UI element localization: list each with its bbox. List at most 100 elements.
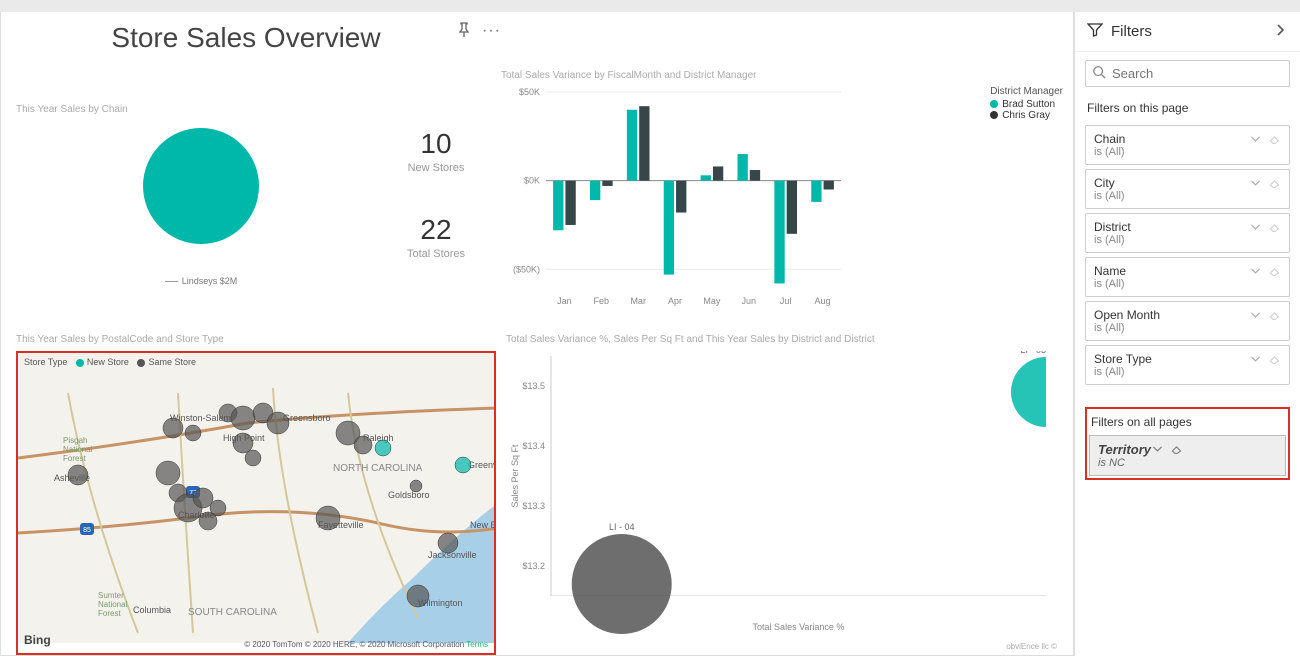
scatter-chart[interactable]: $13.5$13.4$13.3$13.2-8.0%-7.5%-7.0%-6.5%… — [506, 351, 1056, 636]
filter-name: Open Month — [1094, 308, 1249, 322]
filter-card-territory[interactable]: Territory is NC — [1089, 435, 1286, 476]
chevron-down-icon[interactable] — [1249, 176, 1262, 192]
svg-text:85: 85 — [83, 527, 91, 534]
svg-text:$50K: $50K — [519, 87, 540, 97]
map-svg[interactable]: PisgahNationalForest SumterNationalFores… — [18, 353, 496, 643]
map-visual[interactable]: Store Type New Store Same Store — [16, 351, 496, 655]
map-city-greenville: Greenville — [468, 460, 496, 470]
kpi-new-stores-value: 10 — [386, 128, 486, 160]
svg-text:$13.5: $13.5 — [522, 381, 545, 391]
filter-name: City — [1094, 176, 1249, 190]
chevron-down-icon[interactable] — [1249, 220, 1262, 236]
chevron-down-icon[interactable] — [1151, 442, 1164, 458]
chevron-down-icon[interactable] — [1249, 264, 1262, 280]
eraser-icon[interactable] — [1268, 352, 1281, 368]
map-copyright: © 2020 TomTom © 2020 HERE, © 2020 Micros… — [244, 640, 488, 649]
eraser-icon[interactable] — [1268, 132, 1281, 148]
svg-text:Jun: Jun — [742, 296, 757, 306]
svg-text:$13.4: $13.4 — [522, 441, 545, 451]
chevron-down-icon[interactable] — [1249, 352, 1262, 368]
filter-name: Name — [1094, 264, 1249, 278]
kpi-new-stores: 10 New Stores — [386, 128, 486, 174]
map-terms-link[interactable]: Terms — [466, 640, 488, 649]
more-options-icon[interactable]: ··· — [482, 22, 501, 41]
svg-text:Jan: Jan — [557, 296, 572, 306]
report-title: Store Sales Overview — [16, 22, 476, 54]
filter-value: is (All) — [1094, 366, 1249, 378]
svg-text:Jul: Jul — [780, 296, 792, 306]
eraser-icon[interactable] — [1268, 220, 1281, 236]
filter-search-input[interactable] — [1112, 66, 1288, 81]
kpi-total-stores: 22 Total Stores — [386, 214, 486, 260]
svg-text:Aug: Aug — [815, 296, 831, 306]
filter-value: is (All) — [1094, 322, 1249, 334]
svg-text:Mar: Mar — [630, 296, 646, 306]
global-filters-label: Filters on all pages — [1089, 411, 1286, 435]
page-filters-label: Filters on this page — [1075, 95, 1300, 121]
map-state-nc: NORTH CAROLINA — [333, 463, 423, 474]
map-city-goldsboro: Goldsboro — [388, 490, 430, 500]
bar-chart[interactable]: $50K$0K($50K)JanFebMarAprMayJunJulAug — [501, 87, 951, 312]
svg-text:$13.3: $13.3 — [522, 501, 545, 511]
filter-card[interactable]: Cityis (All) — [1085, 169, 1290, 209]
filter-name: Territory — [1098, 442, 1151, 457]
collapse-pane-icon[interactable] — [1272, 22, 1288, 41]
bar-chart-title: Total Sales Variance by FiscalMonth and … — [501, 70, 1058, 81]
map-legend-chip-new — [76, 359, 84, 367]
svg-text:Sales Per Sq Ft: Sales Per Sq Ft — [510, 444, 520, 508]
eraser-icon[interactable] — [1268, 176, 1281, 192]
legend-title: District Manager — [990, 86, 1063, 97]
filter-card[interactable]: Districtis (All) — [1085, 213, 1290, 253]
chevron-down-icon[interactable] — [1249, 132, 1262, 148]
filter-card[interactable]: Store Typeis (All) — [1085, 345, 1290, 385]
search-icon — [1092, 65, 1106, 82]
chevron-down-icon[interactable] — [1249, 308, 1262, 324]
legend-item-brad[interactable]: Brad Sutton — [990, 99, 1063, 110]
bing-logo: Bing — [24, 633, 51, 647]
svg-text:Feb: Feb — [594, 296, 610, 306]
filter-value: is (All) — [1094, 146, 1249, 158]
filter-name: Chain — [1094, 132, 1249, 146]
svg-text:Total Sales Variance %: Total Sales Variance % — [753, 622, 845, 632]
global-filters-highlight: Filters on all pages Territory is NC — [1085, 407, 1290, 480]
filter-icon — [1087, 22, 1103, 41]
filter-name: Store Type — [1094, 352, 1249, 366]
window-top-bar — [0, 0, 1300, 12]
report-canvas: Store Sales Overview ··· This Year Sales… — [0, 12, 1074, 656]
map-legend-new[interactable]: New Store — [87, 357, 129, 367]
filters-pane: Filters Filters on this page Chainis (Al… — [1074, 12, 1300, 656]
filter-search[interactable] — [1085, 60, 1290, 87]
kpi-total-stores-value: 22 — [386, 214, 486, 246]
filter-name: District — [1094, 220, 1249, 234]
map-legend: Store Type New Store Same Store — [18, 353, 494, 371]
map-city-greensboro: Greensboro — [283, 413, 331, 423]
scatter-title: Total Sales Variance %, Sales Per Sq Ft … — [506, 334, 1063, 345]
eraser-icon[interactable] — [1268, 264, 1281, 280]
filter-value: is NC — [1098, 457, 1151, 469]
pie-chart[interactable] — [71, 121, 331, 271]
pin-icon[interactable] — [456, 22, 472, 41]
eraser-icon[interactable] — [1170, 442, 1183, 458]
eraser-icon[interactable] — [1268, 308, 1281, 324]
filter-card[interactable]: Nameis (All) — [1085, 257, 1290, 297]
legend-item-chris[interactable]: Chris Gray — [990, 110, 1063, 121]
svg-text:LI - 03: LI - 03 — [1020, 351, 1046, 355]
svg-text:$13.2: $13.2 — [522, 561, 545, 571]
filter-card[interactable]: Chainis (All) — [1085, 125, 1290, 165]
bar-chart-legend: District Manager Brad Sutton Chris Gray — [990, 86, 1063, 121]
kpi-total-stores-label: Total Stores — [386, 248, 486, 260]
svg-text:LI - 04: LI - 04 — [609, 522, 635, 532]
map-title: This Year Sales by PostalCode and Store … — [16, 334, 496, 345]
shield-icon: 85 — [80, 523, 94, 535]
kpi-new-stores-label: New Stores — [386, 162, 486, 174]
filter-value: is (All) — [1094, 278, 1249, 290]
map-legend-same[interactable]: Same Store — [148, 357, 196, 367]
map-city-newbern: New Bern — [470, 520, 496, 530]
svg-text:Apr: Apr — [668, 296, 682, 306]
map-city-columbia: Columbia — [133, 605, 171, 615]
filter-card[interactable]: Open Monthis (All) — [1085, 301, 1290, 341]
map-legend-title: Store Type — [24, 357, 67, 367]
svg-text:$0K: $0K — [524, 176, 540, 186]
svg-text:May: May — [703, 296, 721, 306]
map-state-sc: SOUTH CAROLINA — [188, 607, 277, 618]
